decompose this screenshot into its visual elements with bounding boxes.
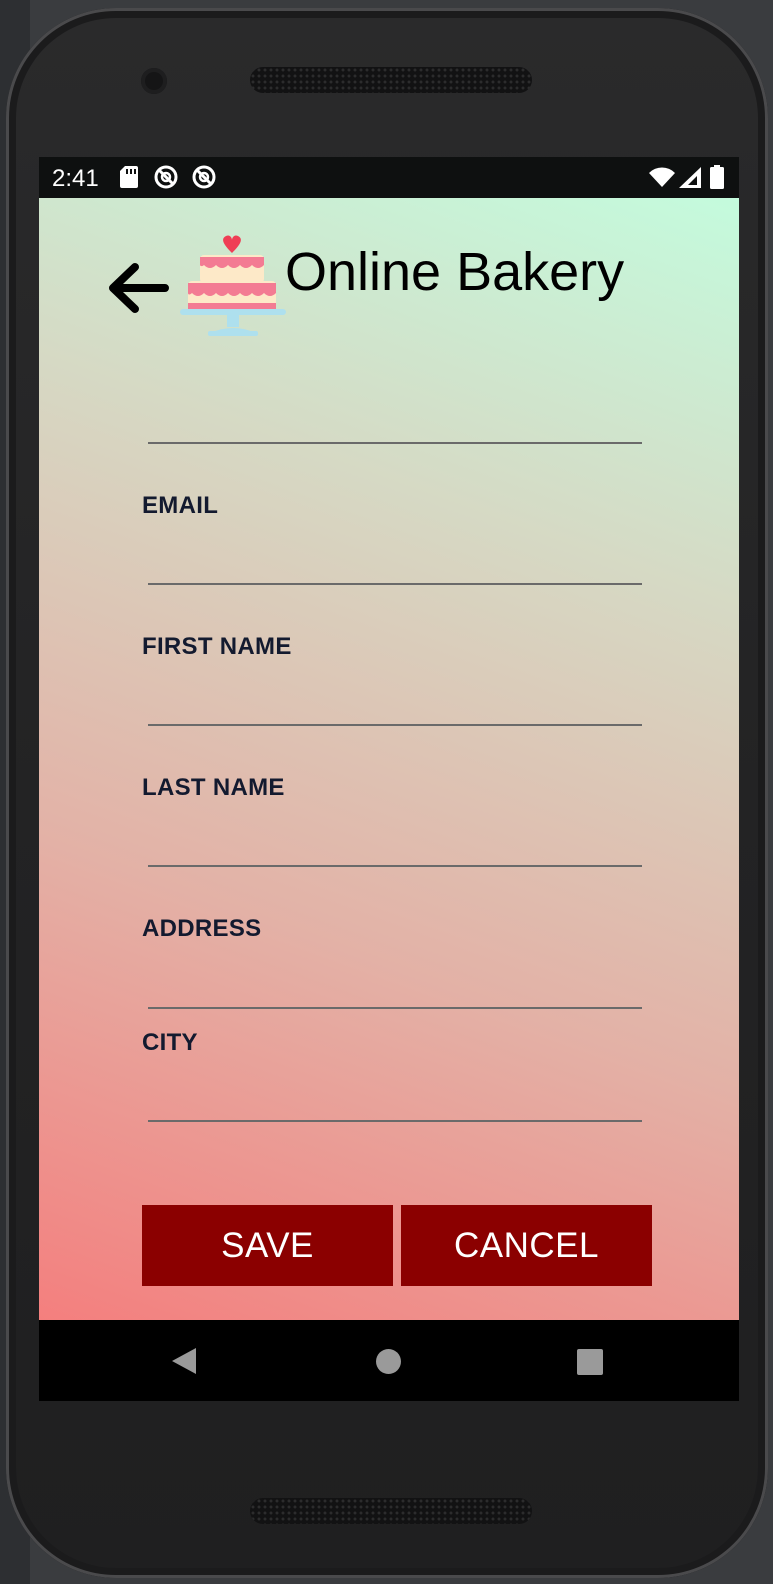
- wifi-icon: [649, 167, 675, 192]
- cell-signal-icon: [679, 167, 701, 193]
- last-name-field[interactable]: [148, 865, 642, 867]
- address-field[interactable]: [148, 1007, 642, 1009]
- nav-recents-icon[interactable]: [577, 1349, 603, 1380]
- first-name-label: FIRST NAME: [142, 633, 292, 660]
- address-label: ADDRESS: [142, 915, 262, 942]
- nav-home-icon[interactable]: [376, 1349, 401, 1379]
- email-label: EMAIL: [142, 492, 219, 519]
- status-time: 2:41: [52, 165, 99, 192]
- app-title: Online Bakery: [285, 242, 625, 302]
- arrow-left-icon[interactable]: [107, 261, 169, 320]
- city-label: CITY: [142, 1029, 198, 1056]
- cake-icon: [180, 233, 286, 342]
- bottom-speaker: [250, 1498, 532, 1524]
- device-screen: 2:41 Online Bakery EMAIL FIRST NAME LAST…: [39, 157, 739, 1401]
- last-name-label: LAST NAME: [142, 774, 285, 801]
- first-name-field[interactable]: [148, 724, 642, 726]
- nav-back-icon[interactable]: [172, 1348, 196, 1379]
- cancel-button[interactable]: CANCEL: [401, 1205, 652, 1286]
- status-bar: 2:41: [39, 157, 739, 198]
- earpiece-speaker: [250, 67, 532, 93]
- navigation-bar: [39, 1320, 739, 1401]
- registration-screen: Online Bakery EMAIL FIRST NAME LAST NAME…: [39, 198, 739, 1320]
- sd-card-icon: [120, 166, 138, 193]
- city-field[interactable]: [148, 1120, 642, 1122]
- email-field[interactable]: [148, 583, 642, 585]
- save-button[interactable]: SAVE: [142, 1205, 393, 1286]
- battery-icon: [710, 165, 724, 194]
- input-field-1[interactable]: [148, 442, 642, 444]
- sync-blocked-icon: [154, 165, 178, 194]
- sync-blocked-icon: [192, 165, 216, 194]
- front-camera: [141, 68, 167, 94]
